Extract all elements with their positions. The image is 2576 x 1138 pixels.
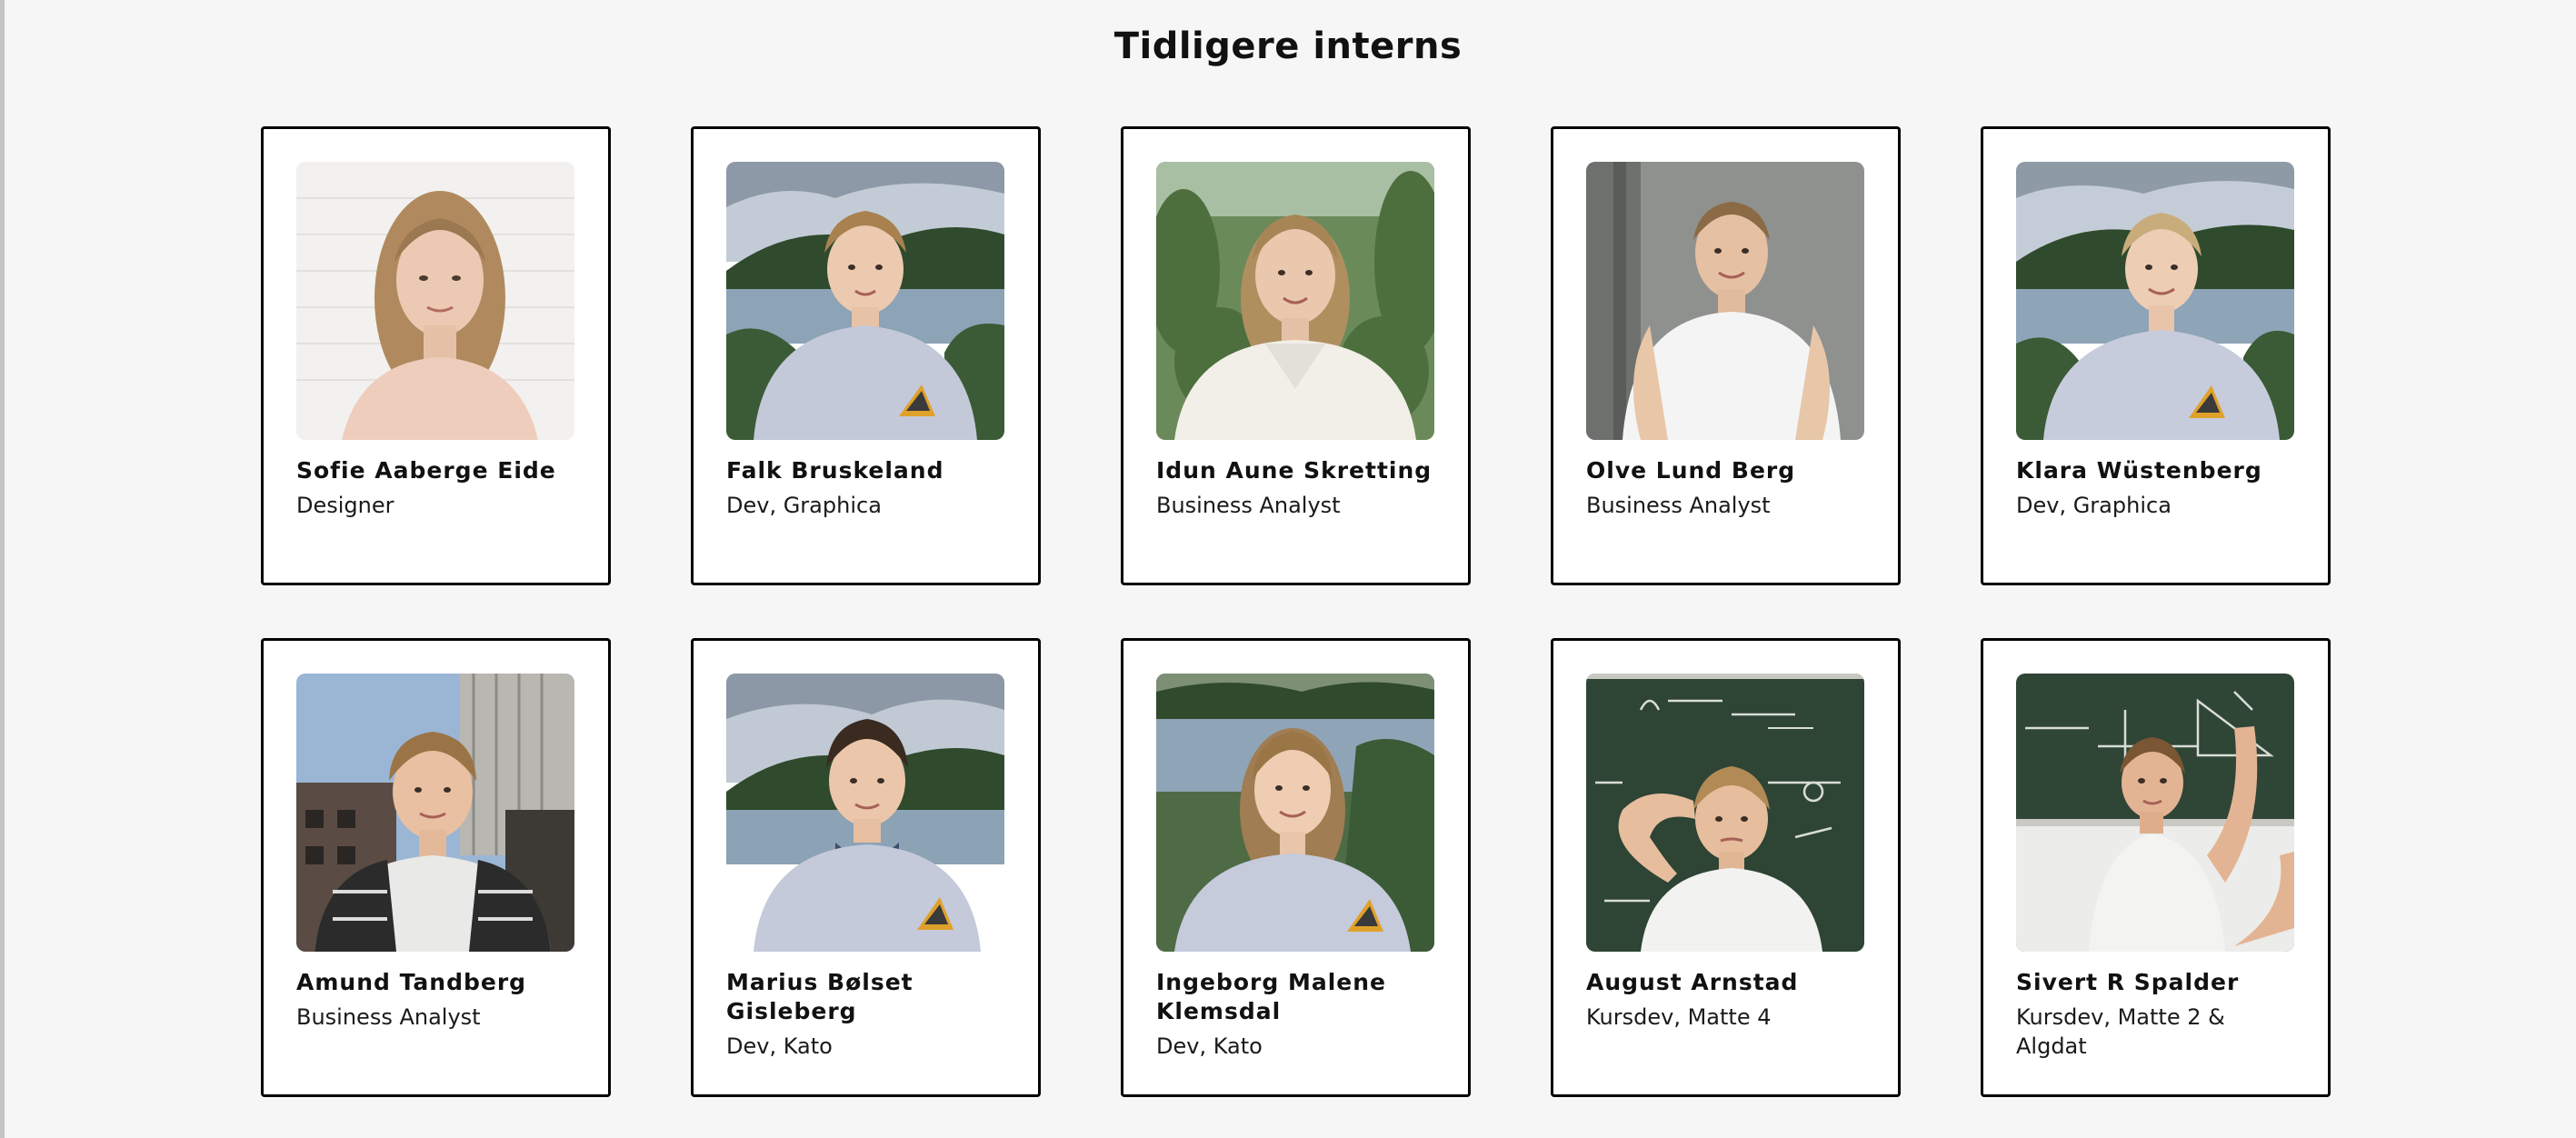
intern-role: Business Analyst (296, 1004, 481, 1030)
intern-card: Sofie Aaberge Eide Designer (261, 126, 611, 585)
intern-role: Designer (296, 493, 394, 518)
intern-name: Falk Bruskeland (726, 457, 944, 484)
intern-name: Idun Aune Skretting (1156, 457, 1433, 484)
intern-photo (296, 162, 574, 440)
intern-card: Sivert R Spalder Kursdev, Matte 2 & Algd… (1981, 638, 2331, 1097)
interns-grid: Sofie Aaberge Eide Designer Falk Bruskel… (261, 126, 2331, 1097)
intern-role: Dev, Kato (726, 1033, 833, 1059)
intern-photo (1586, 674, 1864, 952)
intern-photo (296, 674, 574, 952)
intern-role: Business Analyst (1586, 493, 1771, 518)
intern-photo (1156, 162, 1434, 440)
intern-card: Amund Tandberg Business Analyst (261, 638, 611, 1097)
intern-name: Klara Wüstenberg (2016, 457, 2262, 484)
intern-name: Olve Lund Berg (1586, 457, 1796, 484)
intern-role: Business Analyst (1156, 493, 1341, 518)
intern-photo (1156, 674, 1434, 952)
intern-role: Dev, Kato (1156, 1033, 1263, 1059)
page-left-edge (0, 0, 5, 1138)
intern-card: Idun Aune Skretting Business Analyst (1121, 126, 1471, 585)
intern-name: Sofie Aaberge Eide (296, 457, 556, 484)
intern-card: Ingeborg Malene Klemsdal Dev, Kato (1121, 638, 1471, 1097)
intern-role: Kursdev, Matte 4 (1586, 1004, 1772, 1030)
intern-photo (2016, 674, 2294, 952)
intern-photo (726, 162, 1004, 440)
intern-card: August Arnstad Kursdev, Matte 4 (1551, 638, 1901, 1097)
page-title: Tidligere interns (1113, 25, 1463, 67)
intern-photo (726, 674, 1004, 952)
intern-role: Dev, Graphica (2016, 493, 2172, 518)
intern-role: Dev, Graphica (726, 493, 882, 518)
intern-name: Marius Bølset Gisleberg (726, 969, 914, 1024)
intern-name: Sivert R Spalder (2016, 969, 2240, 995)
intern-role: Kursdev, Matte 2 & Algdat (2016, 1004, 2225, 1059)
intern-name: August Arnstad (1586, 969, 1799, 995)
intern-name: Ingeborg Malene Klemsdal (1156, 969, 1386, 1024)
intern-photo (2016, 162, 2294, 440)
intern-card: Klara Wüstenberg Dev, Graphica (1981, 126, 2331, 585)
intern-name: Amund Tandberg (296, 969, 527, 995)
intern-card: Falk Bruskeland Dev, Graphica (691, 126, 1041, 585)
intern-card: Marius Bølset Gisleberg Dev, Kato (691, 638, 1041, 1097)
intern-card: Olve Lund Berg Business Analyst (1551, 126, 1901, 585)
intern-photo (1586, 162, 1864, 440)
